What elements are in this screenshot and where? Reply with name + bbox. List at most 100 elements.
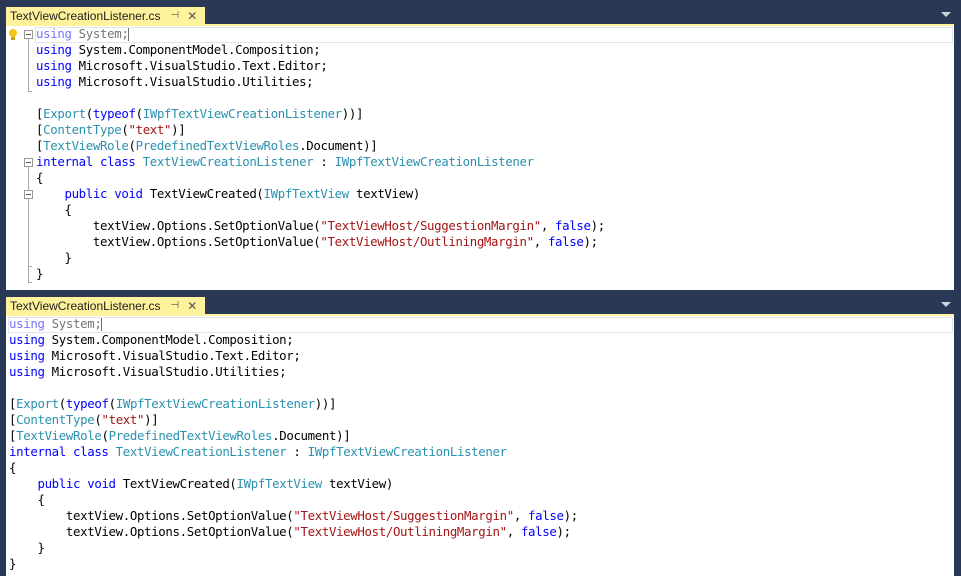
tab-label: TextViewCreationListener.cs [10, 298, 161, 313]
kw: internal class [36, 154, 136, 169]
fold-guide [28, 199, 29, 267]
txt: ); [583, 234, 599, 249]
txt: Microsoft.VisualStudio.Utilities; [44, 364, 287, 379]
code-line: } [9, 556, 17, 571]
kw: false [547, 234, 584, 249]
close-icon[interactable]: ✕ [187, 299, 197, 313]
ty: IWpfTextView [263, 186, 350, 201]
kw: typeof [92, 106, 136, 121]
txt [136, 154, 143, 169]
ty: Export [43, 106, 86, 121]
code-line: internal class TextViewCreationListener … [9, 444, 507, 460]
code-line: internal class TextViewCreationListener … [36, 154, 534, 170]
txt: ))] [314, 396, 337, 411]
str: "text" [101, 412, 145, 427]
txt: : [286, 444, 308, 459]
document-tab[interactable]: TextViewCreationListener.cs ⊣ ✕ [6, 297, 206, 314]
code-line: using System; [36, 26, 130, 42]
str: "TextViewHost/SuggestionMargin" [320, 218, 541, 233]
txt: )] [144, 412, 159, 427]
txt: textView) [348, 186, 420, 201]
document-tab[interactable]: TextViewCreationListener.cs ⊣ ✕ [6, 7, 206, 24]
txt: ); [590, 218, 606, 233]
lightbulb-icon[interactable] [9, 29, 17, 40]
collapse-icon[interactable] [24, 158, 33, 167]
txt: )] [171, 122, 186, 137]
code-line: } [36, 250, 72, 265]
kw: internal class [9, 444, 109, 459]
code-line: textView.Options.SetOptionValue("TextVie… [9, 508, 578, 524]
txt: ( [135, 106, 143, 121]
txt: : [313, 154, 335, 169]
kw: typeof [65, 396, 109, 411]
str: "TextViewHost/SuggestionMargin" [293, 508, 514, 523]
kw: using [36, 58, 72, 73]
code-line: { [36, 170, 44, 185]
ty: Export [16, 396, 59, 411]
txt: TextViewCreated( [142, 186, 264, 201]
txt: textView.Options.SetOptionValue( [36, 218, 321, 233]
pin-icon[interactable]: ⊣ [171, 300, 180, 311]
code-line: using Microsoft.VisualStudio.Text.Editor… [36, 58, 328, 74]
tab-bar: TextViewCreationListener.cs ⊣ ✕ [0, 0, 961, 24]
collapse-icon[interactable] [24, 190, 33, 199]
collapse-icon[interactable] [24, 30, 33, 39]
txt: ); [563, 508, 579, 523]
kw: false [520, 524, 557, 539]
fold-guide-end [28, 266, 32, 267]
tab-dropdown-icon[interactable] [941, 12, 951, 17]
txt: textView.Options.SetOptionValue( [9, 524, 294, 539]
current-line-highlight [35, 27, 953, 43]
code-line: textView.Options.SetOptionValue("TextVie… [36, 218, 605, 234]
close-icon[interactable]: ✕ [187, 9, 197, 23]
kw: using [9, 316, 45, 331]
code-line: [ContentType("text")] [9, 412, 159, 428]
fold-guide-end [28, 282, 32, 283]
code-line: textView.Options.SetOptionValue("TextVie… [36, 234, 598, 250]
ty: ContentType [16, 412, 95, 427]
text-caret [101, 318, 103, 331]
code-line: textView.Options.SetOptionValue("TextVie… [9, 524, 571, 540]
ty: TextViewRole [16, 428, 102, 443]
str: "TextViewHost/OutliningMargin" [320, 234, 534, 249]
txt: .Document)] [272, 428, 351, 443]
txt: .Document)] [299, 138, 378, 153]
ty: TextViewRole [43, 138, 129, 153]
txt: , [513, 508, 529, 523]
text-caret [128, 28, 130, 41]
tab-label: TextViewCreationListener.cs [10, 8, 161, 23]
code-line: } [36, 266, 44, 281]
code-line: { [9, 492, 45, 507]
kw: using [36, 26, 72, 41]
code-line: [ContentType("text")] [36, 122, 186, 138]
code-line: public void TextViewCreated(IWpfTextView… [36, 186, 420, 202]
tab-dropdown-icon[interactable] [941, 302, 951, 307]
kw: using [36, 42, 72, 57]
kw: public void [37, 476, 116, 491]
code-editor[interactable]: using System; using System.ComponentMode… [6, 26, 954, 290]
kw: using [9, 364, 45, 379]
editor-pane-top: TextViewCreationListener.cs ⊣ ✕ using Sy… [0, 0, 961, 290]
code-line: } [9, 540, 45, 555]
editor-pane-bottom: TextViewCreationListener.cs ⊣ ✕ using Sy… [0, 290, 961, 576]
ty: PredefinedTextViewRoles [135, 138, 300, 153]
txt: TextViewCreated( [115, 476, 237, 491]
ty: IWpfTextView [236, 476, 323, 491]
code-line: using Microsoft.VisualStudio.Text.Editor… [9, 348, 301, 364]
ty: ContentType [43, 122, 122, 137]
fold-guide [28, 39, 29, 91]
ty: IWpfTextViewCreationListener [142, 106, 342, 121]
ty: PredefinedTextViewRoles [108, 428, 273, 443]
txt: Microsoft.VisualStudio.Text.Editor; [71, 58, 328, 73]
code-line: [Export(typeof(IWpfTextViewCreationListe… [36, 106, 363, 122]
txt: System.ComponentModel.Composition; [71, 42, 321, 57]
txt: textView.Options.SetOptionValue( [36, 234, 321, 249]
kw: public void [64, 186, 143, 201]
pin-icon[interactable]: ⊣ [171, 10, 180, 21]
txt: System.ComponentModel.Composition; [44, 332, 294, 347]
ty: IWpfTextViewCreationListener [307, 444, 507, 459]
txt: , [540, 218, 556, 233]
ty: IWpfTextViewCreationListener [334, 154, 534, 169]
txt: Microsoft.VisualStudio.Utilities; [71, 74, 314, 89]
code-editor[interactable]: using System; using System.ComponentMode… [6, 316, 954, 576]
